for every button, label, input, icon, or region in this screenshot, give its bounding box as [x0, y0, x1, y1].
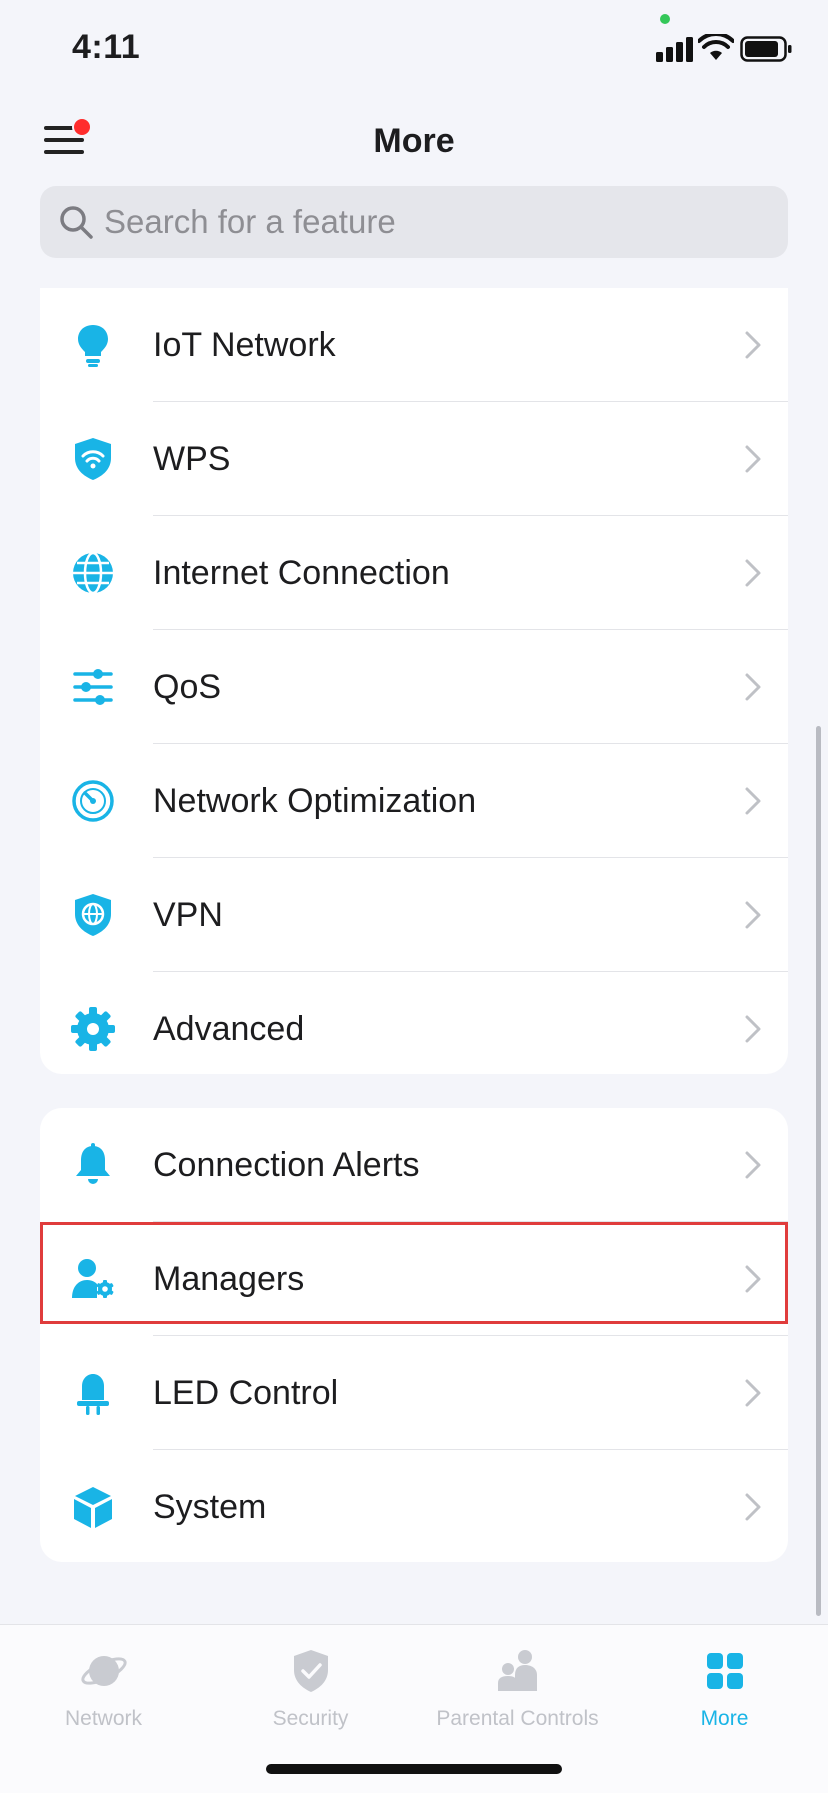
list-item-qos[interactable]: QoS [40, 630, 788, 744]
list-item-label: WPS [153, 440, 231, 478]
user-gear-icon [72, 1259, 114, 1298]
tab-label: Network [64, 1707, 143, 1730]
chevron-right-icon [745, 673, 761, 701]
scrollbar[interactable] [816, 726, 821, 1616]
chevron-right-icon [745, 559, 761, 587]
wifi-icon [698, 34, 734, 60]
chevron-right-icon [745, 901, 761, 929]
list-item-label: Managers [153, 1260, 305, 1298]
status-bar: 4:11 [0, 0, 828, 100]
list-item-iot-network[interactable]: IoT Network [40, 288, 788, 402]
tab-security[interactable]: Security [207, 1647, 414, 1737]
list-item-advanced[interactable]: Advanced [40, 972, 788, 1086]
cube-icon [74, 1487, 112, 1528]
chevron-right-icon [745, 331, 761, 359]
grid-icon [707, 1653, 743, 1689]
search-bar[interactable] [40, 186, 788, 258]
chevron-right-icon [745, 787, 761, 815]
tab-more[interactable]: More [621, 1647, 828, 1737]
list-item-system[interactable]: System [40, 1450, 788, 1564]
navigation-header: More [0, 100, 828, 180]
list-item-internet-connection[interactable]: Internet Connection [40, 516, 788, 630]
globe-icon [73, 551, 113, 595]
chevron-right-icon [745, 1493, 761, 1521]
tab-network[interactable]: Network [0, 1647, 207, 1737]
chevron-right-icon [745, 1015, 761, 1043]
status-time: 4:11 [72, 28, 141, 66]
settings-list-secondary: Connection Alerts Managers LED Control S… [40, 1108, 788, 1562]
search-icon [60, 206, 93, 239]
lightbulb-icon [78, 325, 108, 367]
led-icon [77, 1374, 109, 1415]
list-item-label: LED Control [153, 1374, 339, 1412]
battery-icon [740, 36, 792, 62]
list-item-led-control[interactable]: LED Control [40, 1336, 788, 1450]
sliders-icon [73, 669, 113, 705]
list-item-label: IoT Network [153, 326, 336, 364]
globe-shield-icon [75, 894, 111, 936]
tab-label: More [700, 1707, 749, 1730]
list-item-network-optimization[interactable]: Network Optimization [40, 744, 788, 858]
list-item-managers[interactable]: Managers [40, 1222, 788, 1336]
home-indicator[interactable] [266, 1764, 562, 1774]
tab-parental-controls[interactable]: Parental Controls [414, 1647, 621, 1737]
page-title: More [373, 122, 455, 160]
cellular-signal-icon [656, 37, 693, 62]
chevron-right-icon [745, 1379, 761, 1407]
search-input[interactable] [102, 186, 744, 258]
tab-label: Security [272, 1707, 349, 1730]
chevron-right-icon [745, 445, 761, 473]
wifi-shield-icon [75, 438, 111, 480]
settings-list-primary: IoT Network WPS Internet Connection QoS … [40, 288, 788, 1074]
gear-icon [71, 1007, 115, 1051]
tab-label: Parental Controls [436, 1707, 599, 1730]
list-item-connection-alerts[interactable]: Connection Alerts [40, 1108, 788, 1222]
gauge-icon [72, 780, 114, 822]
list-item-vpn[interactable]: VPN [40, 858, 788, 972]
list-item-label: Network Optimization [153, 782, 477, 820]
list-item-label: Advanced [153, 1010, 305, 1048]
list-item-label: System [153, 1488, 267, 1526]
bell-icon [76, 1143, 110, 1184]
shield-check-icon [294, 1650, 328, 1692]
privacy-indicator-dot [660, 14, 670, 24]
family-icon [498, 1650, 537, 1691]
chevron-right-icon [745, 1151, 761, 1179]
list-item-label: Connection Alerts [153, 1146, 420, 1184]
list-item-label: Internet Connection [153, 554, 450, 592]
planet-icon [81, 1656, 127, 1686]
list-item-label: QoS [153, 668, 222, 706]
list-item-label: VPN [153, 896, 223, 934]
list-item-wps[interactable]: WPS [40, 402, 788, 516]
chevron-right-icon [745, 1265, 761, 1293]
